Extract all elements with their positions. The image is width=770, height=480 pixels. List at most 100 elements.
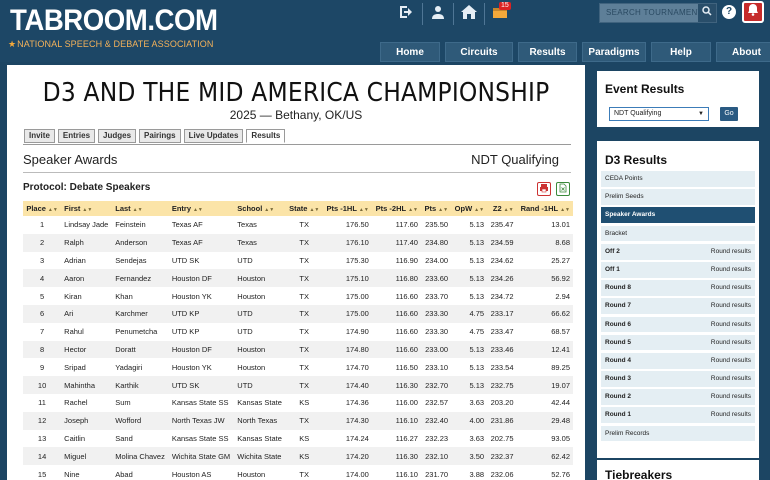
search-input[interactable]: SEARCH TOURNAMENTS <box>599 3 717 23</box>
logout-icon[interactable] <box>398 5 416 23</box>
help-icon[interactable]: ? <box>722 5 736 19</box>
nav-results[interactable]: Results <box>518 42 577 62</box>
table-cell: TX <box>299 291 310 301</box>
column-header[interactable]: Pts -1HL ▲▼ <box>322 201 372 216</box>
results-item[interactable]: Round 7 Round results <box>601 298 755 315</box>
round-results-link[interactable]: Round results <box>711 353 751 369</box>
results-item[interactable]: Round 3 Round results <box>601 371 755 387</box>
table-cell: 2.94 <box>555 291 570 301</box>
round-results-link[interactable]: Round results <box>711 317 751 333</box>
tab-pairings[interactable]: Pairings <box>139 129 181 143</box>
column-header[interactable]: Place ▲▼ <box>23 201 62 216</box>
round-results-link[interactable]: Round results <box>711 244 751 260</box>
table-cell: Houston <box>234 269 286 288</box>
table-row: 7 Rahul Penumetcha UTD KP UTD TX 174.90 116.60 2… <box>23 323 573 341</box>
sort-icon: ▲▼ <box>438 207 449 213</box>
results-item[interactable]: Round 4 Round results <box>601 352 755 369</box>
results-item[interactable]: Bracket <box>601 225 755 242</box>
column-header[interactable]: Last ▲▼ <box>112 201 169 216</box>
table-cell: KS <box>299 398 310 408</box>
table-cell: Fernandez <box>112 269 169 288</box>
d3-results-title: D3 Results <box>605 153 668 167</box>
table-cell: UTD SK <box>171 255 200 265</box>
divider <box>484 3 485 25</box>
table-cell: 233.70 <box>425 291 449 301</box>
print-icon[interactable] <box>537 182 551 196</box>
table-cell: TX <box>285 411 323 430</box>
results-item[interactable]: Round 1 Round results <box>601 407 755 424</box>
table-cell: Houston <box>237 469 266 479</box>
tab-live-updates[interactable]: Live Updates <box>183 129 244 143</box>
table-cell: 232.37 <box>487 447 517 466</box>
event-select[interactable]: NDT Qualifying ▼ <box>609 107 709 121</box>
results-item[interactable]: Off 2 Round results <box>601 243 755 260</box>
sort-icon: ▲▼ <box>358 207 369 213</box>
round-results-link[interactable]: Round results <box>711 262 751 278</box>
column-header[interactable]: First ▲▼ <box>61 201 113 216</box>
site-logo[interactable]: TABROOM.COM <box>10 4 218 38</box>
table-cell: KS <box>299 433 310 443</box>
tab-results[interactable]: Results <box>246 129 286 143</box>
table-cell: 175.10 <box>322 269 372 288</box>
tab-entries[interactable]: Entries <box>57 129 96 143</box>
table-cell: 234.80 <box>420 233 452 252</box>
nav-home[interactable]: Home <box>380 42 440 62</box>
column-header[interactable]: Entry ▲▼ <box>168 201 235 216</box>
export-csv-icon[interactable] <box>556 182 570 196</box>
results-item[interactable]: Prelim Seeds <box>601 189 755 205</box>
results-item[interactable]: Round 8 Round results <box>601 280 755 296</box>
column-header[interactable]: OpW ▲▼ <box>451 201 488 216</box>
table-cell: 66.62 <box>516 304 573 323</box>
round-results-link[interactable]: Round results <box>711 371 751 387</box>
results-item[interactable]: Round 6 Round results <box>601 316 755 333</box>
tiebreakers-card: Tiebreakers <box>597 460 759 480</box>
nav-about[interactable]: About <box>716 42 770 62</box>
table-cell: 176.50 <box>345 220 369 230</box>
results-item[interactable]: Round 2 Round results <box>601 389 755 406</box>
column-header[interactable]: School ▲▼ <box>234 201 286 216</box>
inbox-icon[interactable]: 15 <box>491 2 511 23</box>
round-results-link[interactable]: Round results <box>711 389 751 405</box>
table-cell: Texas AF <box>171 220 203 230</box>
column-header[interactable]: Pts ▲▼ <box>420 201 452 216</box>
tournament-tabs: Invite Entries Judges Pairings Live Upda… <box>24 129 286 143</box>
user-icon[interactable] <box>429 5 447 23</box>
results-item[interactable]: Prelim Records <box>601 425 755 442</box>
tab-judges[interactable]: Judges <box>98 129 137 143</box>
chevron-down-icon: ▼ <box>698 111 704 117</box>
tab-divider <box>23 144 571 145</box>
table-cell: 3 <box>39 255 45 265</box>
table-cell: Wichita State GM <box>168 447 235 466</box>
table-cell: 5.13 <box>469 362 485 372</box>
table-cell: Anderson <box>112 233 169 252</box>
nav-paradigms[interactable]: Paradigms <box>582 42 646 62</box>
search-icon[interactable] <box>698 4 716 22</box>
go-button[interactable]: Go <box>720 107 738 121</box>
table-cell: 5.13 <box>451 269 488 288</box>
table-cell: 62.42 <box>516 447 573 466</box>
home-icon[interactable] <box>460 5 478 23</box>
results-item[interactable]: Speaker Awards <box>601 207 755 224</box>
results-item-label: Speaker Awards <box>605 211 656 219</box>
results-list: CEDA Points Prelim Seeds Speaker Awards Bra… <box>601 171 755 444</box>
nav-circuits[interactable]: Circuits <box>445 42 513 62</box>
column-header[interactable]: State ▲▼ <box>285 201 323 216</box>
table-cell: 174.40 <box>322 376 372 394</box>
round-results-link[interactable]: Round results <box>711 407 751 423</box>
main-panel: D3 AND THE MID AMERICA CHAMPIONSHIP 2025… <box>7 65 585 480</box>
round-results-link[interactable]: Round results <box>711 298 751 314</box>
nav-help[interactable]: Help <box>651 42 711 62</box>
results-item[interactable]: Off 1 Round results <box>601 261 755 278</box>
table-cell: Houston YK <box>171 291 212 301</box>
results-item[interactable]: CEDA Points <box>601 171 755 187</box>
tab-invite[interactable]: Invite <box>24 129 55 143</box>
results-item[interactable]: Round 5 Round results <box>601 334 755 351</box>
table-cell: 2 <box>23 233 62 252</box>
column-header[interactable]: Z2 ▲▼ <box>487 201 517 216</box>
column-header[interactable]: Rand -1HL ▲▼ <box>516 201 573 216</box>
round-results-link[interactable]: Round results <box>711 335 751 351</box>
round-results-link[interactable]: Round results <box>711 280 751 296</box>
column-header[interactable]: Pts -2HL ▲▼ <box>371 201 421 216</box>
bell-icon[interactable] <box>742 1 764 23</box>
table-cell: 42.44 <box>551 398 570 408</box>
